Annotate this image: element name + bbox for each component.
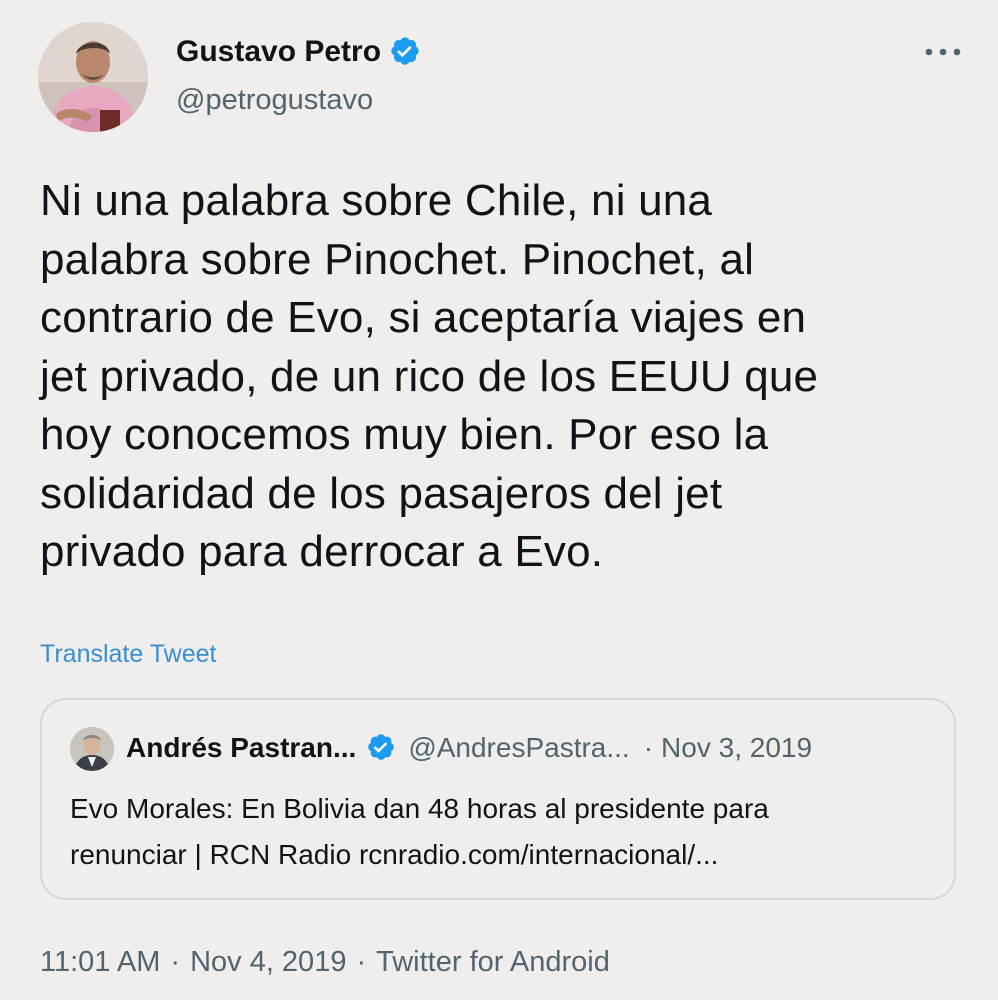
- translate-tweet-link[interactable]: Translate Tweet: [40, 637, 216, 671]
- more-horizontal-icon: [925, 48, 961, 56]
- tweet-meta: 11:01 AM · Nov 4, 2019 · Twitter for Android: [40, 942, 610, 982]
- separator-dot: ·: [170, 946, 181, 978]
- quoted-text-line: Evo Morales: En Bolivia dan 48 horas al …: [70, 793, 769, 824]
- more-options-button[interactable]: [918, 40, 968, 64]
- tweet-text-line: privado para derrocar a Evo.: [40, 527, 604, 576]
- author-avatar[interactable]: [38, 22, 148, 132]
- author-handle[interactable]: @petrogustavo: [176, 80, 373, 120]
- tweet-source[interactable]: Twitter for Android: [376, 946, 610, 978]
- tweet-time[interactable]: 11:01 AM: [40, 946, 160, 978]
- tweet-text-line: solidaridad de los pasajeros del jet: [40, 468, 723, 518]
- tweet-text-line: Ni una palabra sobre Chile, ni una: [40, 176, 713, 225]
- quoted-tweet-date[interactable]: Nov 3, 2019: [661, 732, 812, 763]
- quoted-author-handle[interactable]: @AndresPastra...: [408, 732, 629, 763]
- quoted-tweet-card[interactable]: Andrés Pastran... @AndresPastra... · Nov 3,…: [40, 698, 956, 900]
- verified-badge-icon: [366, 732, 396, 773]
- tweet-text-line: jet privado, de un rico de los EEUU que: [40, 351, 819, 401]
- verified-badge-icon: [389, 35, 421, 78]
- separator-dot: ·: [356, 946, 367, 978]
- tweet-text-line: hoy conocemos muy bien. Por eso la: [40, 410, 769, 459]
- tweet-date[interactable]: Nov 4, 2019: [190, 946, 346, 978]
- quoted-tweet-header: Andrés Pastran... @AndresPastra... · Nov 3,…: [126, 728, 812, 773]
- tweet: Gustavo Petro @petrogustavo Ni una palab…: [0, 0, 998, 1000]
- author-name-row[interactable]: Gustavo Petro: [176, 32, 421, 78]
- separator-dot: ·: [643, 732, 654, 763]
- tweet-text-line: contrario de Evo, si aceptaría viajes en: [40, 293, 807, 342]
- quoted-author-name[interactable]: Andrés Pastran...: [126, 732, 356, 763]
- quoted-author-avatar[interactable]: [70, 727, 114, 771]
- quoted-text-line: renunciar | RCN Radio rcnradio.com/inter…: [70, 839, 719, 870]
- quoted-tweet-text: Evo Morales: En Bolivia dan 48 horas al …: [70, 786, 940, 878]
- tweet-text-line: palabra sobre Pinochet. Pinochet, al: [40, 234, 755, 284]
- author-name[interactable]: Gustavo Petro: [176, 35, 381, 68]
- tweet-text: Ni una palabra sobre Chile, ni una palab…: [40, 172, 970, 582]
